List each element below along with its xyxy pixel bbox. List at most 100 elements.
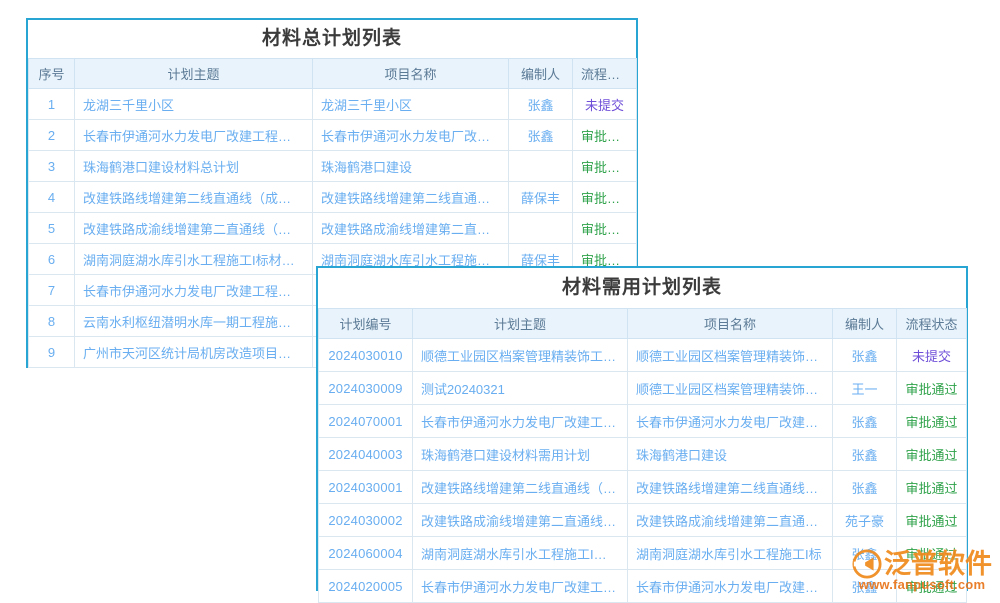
cell-subject-6[interactable]: 长春市伊通河水力发电厂改建工程材料总计划 bbox=[75, 275, 313, 306]
table-row[interactable]: 2024060004湖南洞庭湖水库引水工程施工I标材...湖南洞庭湖水库引水工程… bbox=[319, 537, 967, 570]
cell-code-6[interactable]: 2024060004 bbox=[319, 537, 413, 570]
cell-project-5[interactable]: 改建铁路成渝线增建第二直通线（成... bbox=[628, 504, 833, 537]
table-row[interactable]: 2长春市伊通河水力发电厂改建工程合同材料...长春市伊通河水力发电厂改建工程张鑫… bbox=[29, 120, 637, 151]
column-header-project[interactable]: 项目名称 bbox=[628, 309, 833, 339]
cell-project-4[interactable]: 改建铁路成渝线增建第二直通线... bbox=[313, 213, 509, 244]
cell-subject-6[interactable]: 湖南洞庭湖水库引水工程施工I标材... bbox=[413, 537, 628, 570]
column-header-code[interactable]: 计划编号 bbox=[319, 309, 413, 339]
cell-subject-5[interactable]: 改建铁路成渝线增建第二直通线（成... bbox=[413, 504, 628, 537]
cell-subject-1[interactable]: 长春市伊通河水力发电厂改建工程合同材料... bbox=[75, 120, 313, 151]
table-row[interactable]: 2024030001改建铁路线增建第二线直通线（成都...改建铁路线增建第二线直… bbox=[319, 471, 967, 504]
cell-subject-0[interactable]: 龙湖三千里小区 bbox=[75, 89, 313, 120]
cell-index-3: 4 bbox=[29, 182, 75, 213]
panel-title-demand-plan: 材料需用计划列表 bbox=[318, 268, 966, 308]
cell-person-0: 张鑫 bbox=[509, 89, 573, 120]
table-row[interactable]: 4改建铁路线增建第二线直通线（成都-西安）...改建铁路线增建第二线直通线（..… bbox=[29, 182, 637, 213]
column-header-status[interactable]: 流程状态 bbox=[897, 309, 967, 339]
table-header-row: 序号 计划主题 项目名称 编制人 流程状态 bbox=[29, 59, 637, 89]
cell-person-4: 张鑫 bbox=[833, 471, 897, 504]
cell-person-4 bbox=[509, 213, 573, 244]
cell-project-1[interactable]: 长春市伊通河水力发电厂改建工程 bbox=[313, 120, 509, 151]
table-row[interactable]: 2024030002改建铁路成渝线增建第二直通线（成...改建铁路成渝线增建第二… bbox=[319, 504, 967, 537]
cell-subject-8[interactable]: 广州市天河区统计局机房改造项目材料总计划 bbox=[75, 337, 313, 368]
cell-index-4: 5 bbox=[29, 213, 75, 244]
cell-status-3: 审批通过 bbox=[573, 182, 637, 213]
cell-project-7[interactable]: 长春市伊通河水力发电厂改建工程 bbox=[628, 570, 833, 603]
cell-person-2: 张鑫 bbox=[833, 405, 897, 438]
cell-project-3[interactable]: 珠海鹤港口建设 bbox=[628, 438, 833, 471]
cell-person-1: 王一 bbox=[833, 372, 897, 405]
cell-code-3[interactable]: 2024040003 bbox=[319, 438, 413, 471]
cell-status-2: 审批通过 bbox=[573, 151, 637, 182]
panel-title-total-plan: 材料总计划列表 bbox=[28, 20, 636, 58]
table-row[interactable]: 2024040003珠海鹤港口建设材料需用计划珠海鹤港口建设张鑫审批通过 bbox=[319, 438, 967, 471]
cell-subject-2[interactable]: 珠海鹤港口建设材料总计划 bbox=[75, 151, 313, 182]
cell-subject-7[interactable]: 长春市伊通河水力发电厂改建工程材... bbox=[413, 570, 628, 603]
cell-status-0: 未提交 bbox=[897, 339, 967, 372]
column-header-person[interactable]: 编制人 bbox=[509, 59, 573, 89]
cell-person-3: 薛保丰 bbox=[509, 182, 573, 213]
cell-code-7[interactable]: 2024020005 bbox=[319, 570, 413, 603]
cell-person-1: 张鑫 bbox=[509, 120, 573, 151]
cell-index-0: 1 bbox=[29, 89, 75, 120]
cell-code-2[interactable]: 2024070001 bbox=[319, 405, 413, 438]
cell-project-6[interactable]: 湖南洞庭湖水库引水工程施工I标 bbox=[628, 537, 833, 570]
cell-index-8: 9 bbox=[29, 337, 75, 368]
cell-project-4[interactable]: 改建铁路线增建第二线直通线（成都... bbox=[628, 471, 833, 504]
table-row[interactable]: 1龙湖三千里小区龙湖三千里小区张鑫未提交 bbox=[29, 89, 637, 120]
cell-person-6: 张鑫 bbox=[833, 537, 897, 570]
table-row[interactable]: 3珠海鹤港口建设材料总计划珠海鹤港口建设 审批通过 bbox=[29, 151, 637, 182]
cell-project-1[interactable]: 顺德工业园区档案管理精装饰工程（... bbox=[628, 372, 833, 405]
cell-index-6: 7 bbox=[29, 275, 75, 306]
cell-project-2[interactable]: 珠海鹤港口建设 bbox=[313, 151, 509, 182]
table-header-row: 计划编号 计划主题 项目名称 编制人 流程状态 bbox=[319, 309, 967, 339]
column-header-subject[interactable]: 计划主题 bbox=[413, 309, 628, 339]
cell-subject-0[interactable]: 顺德工业园区档案管理精装饰工程（... bbox=[413, 339, 628, 372]
cell-index-7: 8 bbox=[29, 306, 75, 337]
cell-code-5[interactable]: 2024030002 bbox=[319, 504, 413, 537]
column-header-index[interactable]: 序号 bbox=[29, 59, 75, 89]
cell-subject-3[interactable]: 改建铁路线增建第二线直通线（成都-西安）... bbox=[75, 182, 313, 213]
cell-status-2: 审批通过 bbox=[897, 405, 967, 438]
cell-subject-4[interactable]: 改建铁路线增建第二线直通线（成都... bbox=[413, 471, 628, 504]
cell-code-0[interactable]: 2024030010 bbox=[319, 339, 413, 372]
cell-subject-4[interactable]: 改建铁路成渝线增建第二直通线（成渝枢纽... bbox=[75, 213, 313, 244]
cell-project-0[interactable]: 顺德工业园区档案管理精装饰工程（... bbox=[628, 339, 833, 372]
material-demand-plan-panel: 材料需用计划列表 计划编号 计划主题 项目名称 编制人 流程状态 2024030… bbox=[316, 266, 968, 591]
cell-index-2: 3 bbox=[29, 151, 75, 182]
cell-person-2 bbox=[509, 151, 573, 182]
cell-project-3[interactable]: 改建铁路线增建第二线直通线（... bbox=[313, 182, 509, 213]
cell-subject-3[interactable]: 珠海鹤港口建设材料需用计划 bbox=[413, 438, 628, 471]
material-demand-plan-table: 计划编号 计划主题 项目名称 编制人 流程状态 2024030010顺德工业园区… bbox=[318, 308, 967, 603]
column-header-status[interactable]: 流程状态 bbox=[573, 59, 637, 89]
cell-status-4: 审批通过 bbox=[897, 471, 967, 504]
cell-status-7: 审批通过 bbox=[897, 570, 967, 603]
table-row[interactable]: 2024020005长春市伊通河水力发电厂改建工程材...长春市伊通河水力发电厂… bbox=[319, 570, 967, 603]
cell-subject-1[interactable]: 测试20240321 bbox=[413, 372, 628, 405]
table-row[interactable]: 2024030010顺德工业园区档案管理精装饰工程（...顺德工业园区档案管理精… bbox=[319, 339, 967, 372]
cell-person-7: 张鑫 bbox=[833, 570, 897, 603]
table-row[interactable]: 2024030009测试20240321顺德工业园区档案管理精装饰工程（...王… bbox=[319, 372, 967, 405]
column-header-person[interactable]: 编制人 bbox=[833, 309, 897, 339]
table-row[interactable]: 5改建铁路成渝线增建第二直通线（成渝枢纽...改建铁路成渝线增建第二直通线...… bbox=[29, 213, 637, 244]
cell-status-0: 未提交 bbox=[573, 89, 637, 120]
column-header-project[interactable]: 项目名称 bbox=[313, 59, 509, 89]
cell-person-0: 张鑫 bbox=[833, 339, 897, 372]
cell-subject-7[interactable]: 云南水利枢纽潜明水库一期工程施工I标材料... bbox=[75, 306, 313, 337]
cell-code-4[interactable]: 2024030001 bbox=[319, 471, 413, 504]
cell-status-3: 审批通过 bbox=[897, 438, 967, 471]
cell-project-0[interactable]: 龙湖三千里小区 bbox=[313, 89, 509, 120]
cell-status-1: 审批通过 bbox=[573, 120, 637, 151]
cell-index-5: 6 bbox=[29, 244, 75, 275]
cell-index-1: 2 bbox=[29, 120, 75, 151]
cell-person-5: 苑子豪 bbox=[833, 504, 897, 537]
cell-person-3: 张鑫 bbox=[833, 438, 897, 471]
cell-code-1[interactable]: 2024030009 bbox=[319, 372, 413, 405]
cell-status-6: 审批通过 bbox=[897, 537, 967, 570]
column-header-subject[interactable]: 计划主题 bbox=[75, 59, 313, 89]
cell-subject-5[interactable]: 湖南洞庭湖水库引水工程施工I标材料总计划 bbox=[75, 244, 313, 275]
cell-project-2[interactable]: 长春市伊通河水力发电厂改建工程 bbox=[628, 405, 833, 438]
table-row[interactable]: 2024070001长春市伊通河水力发电厂改建工程合...长春市伊通河水力发电厂… bbox=[319, 405, 967, 438]
cell-status-5: 审批通过 bbox=[897, 504, 967, 537]
cell-subject-2[interactable]: 长春市伊通河水力发电厂改建工程合... bbox=[413, 405, 628, 438]
